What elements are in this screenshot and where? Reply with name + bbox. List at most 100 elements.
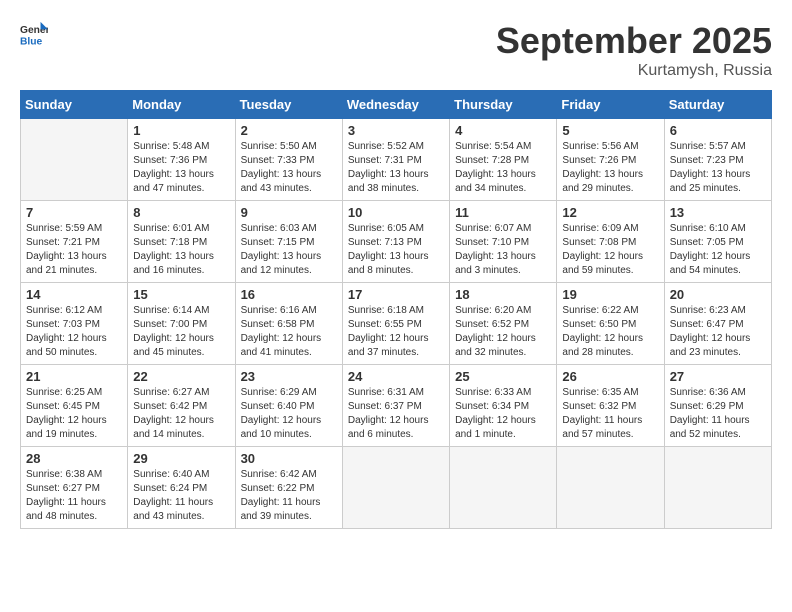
column-header-monday: Monday (128, 91, 235, 119)
day-number: 3 (348, 123, 444, 138)
day-number: 1 (133, 123, 229, 138)
column-header-wednesday: Wednesday (342, 91, 449, 119)
calendar-cell: 8Sunrise: 6:01 AMSunset: 7:18 PMDaylight… (128, 201, 235, 283)
day-number: 29 (133, 451, 229, 466)
calendar-cell: 30Sunrise: 6:42 AMSunset: 6:22 PMDayligh… (235, 447, 342, 529)
calendar-cell: 5Sunrise: 5:56 AMSunset: 7:26 PMDaylight… (557, 119, 664, 201)
day-info: Sunrise: 5:48 AMSunset: 7:36 PMDaylight:… (133, 140, 229, 196)
day-number: 8 (133, 205, 229, 220)
day-info: Sunrise: 6:40 AMSunset: 6:24 PMDaylight:… (133, 468, 229, 524)
calendar-cell: 15 Sunrise: 6:14 AMSunset: 7:00 PMDayligh… (128, 283, 235, 365)
calendar-week-row: 14 Sunrise: 6:12 AMSunset: 7:03 PMDayligh… (21, 283, 772, 365)
logo: General Blue (20, 20, 48, 48)
day-info: Sunrise: 5:54 AMSunset: 7:28 PMDaylight:… (455, 140, 551, 196)
calendar-cell: 10 Sunrise: 6:05 AMSunset: 7:13 PMDayligh… (342, 201, 449, 283)
calendar-cell: 28 Sunrise: 6:38 AMSunset: 6:27 PMDayligh… (21, 447, 128, 529)
day-info: Sunrise: 6:31 AMSunset: 6:37 PMDaylight:… (348, 386, 444, 442)
calendar-cell: 11 Sunrise: 6:07 AMSunset: 7:10 PMDayligh… (450, 201, 557, 283)
calendar-cell (342, 447, 449, 529)
day-info: Sunrise: 6:25 AMSunset: 6:45 PMDaylight:… (26, 386, 122, 442)
calendar-cell: 22Sunrise: 6:27 AMSunset: 6:42 PMDayligh… (128, 365, 235, 447)
day-number: 4 (455, 123, 551, 138)
month-title: September 2025 (496, 20, 772, 62)
day-info: Sunrise: 6:10 AMSunset: 7:05 PMDaylight:… (670, 222, 766, 278)
day-number: 2 (241, 123, 337, 138)
day-number: 24 (348, 369, 444, 384)
calendar-week-row: 21 Sunrise: 6:25 AMSunset: 6:45 PMDayligh… (21, 365, 772, 447)
day-number: 30 (241, 451, 337, 466)
page-header: General Blue September 2025 Kurtamysh, R… (20, 20, 772, 80)
location-subtitle: Kurtamysh, Russia (496, 62, 772, 80)
calendar-cell (557, 447, 664, 529)
column-header-tuesday: Tuesday (235, 91, 342, 119)
calendar-cell: 19Sunrise: 6:22 AMSunset: 6:50 PMDayligh… (557, 283, 664, 365)
calendar-cell: 27Sunrise: 6:36 AMSunset: 6:29 PMDayligh… (664, 365, 771, 447)
day-number: 16 (241, 287, 337, 302)
day-info: Sunrise: 6:38 AMSunset: 6:27 PMDaylight:… (26, 468, 122, 524)
day-number: 14 (26, 287, 122, 302)
title-block: September 2025 Kurtamysh, Russia (496, 20, 772, 80)
day-number: 23 (241, 369, 337, 384)
calendar-week-row: 28 Sunrise: 6:38 AMSunset: 6:27 PMDayligh… (21, 447, 772, 529)
day-number: 21 (26, 369, 122, 384)
day-info: Sunrise: 5:52 AMSunset: 7:31 PMDaylight:… (348, 140, 444, 196)
day-number: 5 (562, 123, 658, 138)
calendar-cell: 4 Sunrise: 5:54 AMSunset: 7:28 PMDaylight… (450, 119, 557, 201)
calendar-cell: 14 Sunrise: 6:12 AMSunset: 7:03 PMDayligh… (21, 283, 128, 365)
day-info: Sunrise: 6:09 AMSunset: 7:08 PMDaylight:… (562, 222, 658, 278)
day-info: Sunrise: 6:33 AMSunset: 6:34 PMDaylight:… (455, 386, 551, 442)
day-number: 25 (455, 369, 551, 384)
calendar-table: SundayMondayTuesdayWednesdayThursdayFrid… (20, 90, 772, 529)
calendar-cell: 12 Sunrise: 6:09 AMSunset: 7:08 PMDayligh… (557, 201, 664, 283)
calendar-cell: 24 Sunrise: 6:31 AMSunset: 6:37 PMDayligh… (342, 365, 449, 447)
logo-icon: General Blue (20, 20, 48, 48)
day-info: Sunrise: 6:29 AMSunset: 6:40 PMDaylight:… (241, 386, 337, 442)
calendar-cell: 25 Sunrise: 6:33 AMSunset: 6:34 PMDayligh… (450, 365, 557, 447)
day-number: 26 (562, 369, 658, 384)
calendar-cell: 2Sunrise: 5:50 AMSunset: 7:33 PMDaylight… (235, 119, 342, 201)
day-info: Sunrise: 5:57 AMSunset: 7:23 PMDaylight:… (670, 140, 766, 196)
calendar-cell: 20Sunrise: 6:23 AMSunset: 6:47 PMDayligh… (664, 283, 771, 365)
calendar-cell (664, 447, 771, 529)
day-number: 17 (348, 287, 444, 302)
day-number: 11 (455, 205, 551, 220)
day-number: 28 (26, 451, 122, 466)
calendar-cell: 29 Sunrise: 6:40 AMSunset: 6:24 PMDayligh… (128, 447, 235, 529)
day-info: Sunrise: 6:20 AMSunset: 6:52 PMDaylight:… (455, 304, 551, 360)
column-header-thursday: Thursday (450, 91, 557, 119)
calendar-header-row: SundayMondayTuesdayWednesdayThursdayFrid… (21, 91, 772, 119)
day-number: 13 (670, 205, 766, 220)
day-info: Sunrise: 6:27 AMSunset: 6:42 PMDaylight:… (133, 386, 229, 442)
day-info: Sunrise: 6:07 AMSunset: 7:10 PMDaylight:… (455, 222, 551, 278)
calendar-cell: 23 Sunrise: 6:29 AMSunset: 6:40 PMDayligh… (235, 365, 342, 447)
day-number: 15 (133, 287, 229, 302)
day-info: Sunrise: 6:35 AMSunset: 6:32 PMDaylight:… (562, 386, 658, 442)
calendar-cell: 21 Sunrise: 6:25 AMSunset: 6:45 PMDayligh… (21, 365, 128, 447)
calendar-cell: 9Sunrise: 6:03 AMSunset: 7:15 PMDaylight… (235, 201, 342, 283)
calendar-cell (21, 119, 128, 201)
column-header-saturday: Saturday (664, 91, 771, 119)
calendar-cell: 3 Sunrise: 5:52 AMSunset: 7:31 PMDaylight… (342, 119, 449, 201)
day-info: Sunrise: 6:12 AMSunset: 7:03 PMDaylight:… (26, 304, 122, 360)
day-number: 6 (670, 123, 766, 138)
calendar-cell: 6 Sunrise: 5:57 AMSunset: 7:23 PMDaylight… (664, 119, 771, 201)
day-number: 19 (562, 287, 658, 302)
svg-text:Blue: Blue (20, 36, 43, 47)
day-number: 12 (562, 205, 658, 220)
day-number: 20 (670, 287, 766, 302)
day-info: Sunrise: 6:14 AMSunset: 7:00 PMDaylight:… (133, 304, 229, 360)
day-info: Sunrise: 6:03 AMSunset: 7:15 PMDaylight:… (241, 222, 337, 278)
calendar-cell: 1 Sunrise: 5:48 AMSunset: 7:36 PMDaylight… (128, 119, 235, 201)
calendar-week-row: 7Sunrise: 5:59 AMSunset: 7:21 PMDaylight… (21, 201, 772, 283)
day-number: 10 (348, 205, 444, 220)
day-number: 7 (26, 205, 122, 220)
day-info: Sunrise: 6:16 AMSunset: 6:58 PMDaylight:… (241, 304, 337, 360)
day-number: 18 (455, 287, 551, 302)
calendar-cell: 13 Sunrise: 6:10 AMSunset: 7:05 PMDayligh… (664, 201, 771, 283)
column-header-sunday: Sunday (21, 91, 128, 119)
day-info: Sunrise: 6:05 AMSunset: 7:13 PMDaylight:… (348, 222, 444, 278)
calendar-cell: 16 Sunrise: 6:16 AMSunset: 6:58 PMDayligh… (235, 283, 342, 365)
calendar-cell: 18 Sunrise: 6:20 AMSunset: 6:52 PMDayligh… (450, 283, 557, 365)
day-info: Sunrise: 6:18 AMSunset: 6:55 PMDaylight:… (348, 304, 444, 360)
calendar-cell: 17 Sunrise: 6:18 AMSunset: 6:55 PMDayligh… (342, 283, 449, 365)
